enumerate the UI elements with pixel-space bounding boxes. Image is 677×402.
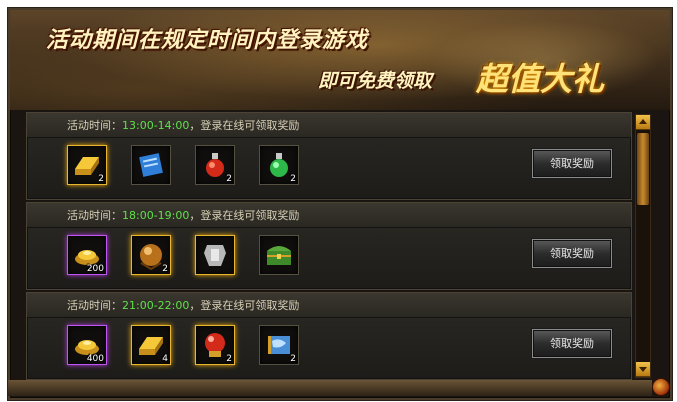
reward-item-slot[interactable]: 2	[259, 325, 299, 365]
row-header: 活动时间：21:00-22:00，登录在线可领取奖励	[27, 293, 631, 318]
time-range: 13:00-14:00	[122, 119, 190, 132]
reward-row-1: 活动时间：13:00-14:00，登录在线可领取奖励 2 2 2 领取奖励	[26, 112, 632, 200]
reward-item-slot[interactable]	[259, 235, 299, 275]
banner-title: 活动期间在规定时间内登录游戏	[46, 27, 369, 53]
scrollbar[interactable]	[635, 114, 651, 378]
item-count: 2	[226, 174, 232, 184]
row-suffix: ，登录在线可领取奖励	[189, 119, 300, 132]
treasure-chest-icon	[267, 246, 291, 265]
reward-row-2: 活动时间：18:00-19:00，登录在线可领取奖励 200 2 领取奖励	[26, 202, 632, 290]
reward-row-3: 活动时间：21:00-22:00，登录在线可领取奖励 400 4 2 2 领取奖…	[26, 292, 632, 380]
banner-highlight: 超值大礼	[476, 60, 605, 98]
item-count: 200	[86, 264, 104, 274]
item-count: 4	[162, 354, 168, 364]
item-count: 2	[290, 354, 296, 364]
row-description: 活动时间：21:00-22:00，登录在线可领取奖励	[67, 297, 299, 313]
corner-ornament-icon	[652, 378, 670, 396]
silver-armor-icon	[204, 245, 226, 266]
reward-item-slot[interactable]: 2	[195, 145, 235, 185]
time-label: 活动时间：	[67, 209, 122, 222]
reward-item-slot[interactable]: 400	[67, 325, 107, 365]
row-header: 活动时间：18:00-19:00，登录在线可领取奖励	[27, 203, 631, 228]
item-count: 400	[86, 354, 104, 364]
claim-reward-button[interactable]: 领取奖励	[532, 149, 612, 178]
time-label: 活动时间：	[67, 299, 122, 312]
item-count: 2	[98, 174, 104, 184]
row-suffix: ，登录在线可领取奖励	[189, 209, 300, 222]
item-count: 2	[226, 354, 232, 364]
reward-item-slot[interactable]: 2	[67, 145, 107, 185]
reward-item-slot[interactable]: 2	[195, 325, 235, 365]
reward-item-slot[interactable]: 2	[131, 235, 171, 275]
reward-item-slot[interactable]	[195, 235, 235, 275]
scroll-up-icon[interactable]	[636, 115, 650, 130]
row-suffix: ，登录在线可领取奖励	[189, 299, 300, 312]
bottom-border	[8, 380, 652, 396]
scroll-down-icon[interactable]	[636, 362, 650, 377]
claim-reward-button[interactable]: 领取奖励	[532, 329, 612, 358]
reward-window: 活动期间在规定时间内登录游戏 即可免费领取 超值大礼 活动时间：13:00-14…	[8, 8, 672, 400]
scroll-thumb[interactable]	[637, 133, 649, 205]
reward-list: 活动时间：13:00-14:00，登录在线可领取奖励 2 2 2 领取奖励 活动…	[26, 112, 632, 380]
time-range: 21:00-22:00	[122, 299, 190, 312]
blue-scroll-icon	[139, 153, 163, 177]
time-range: 18:00-19:00	[122, 209, 190, 222]
reward-item-slot[interactable]	[131, 145, 171, 185]
reward-item-slot[interactable]: 2	[259, 145, 299, 185]
banner-subtitle: 即可免费领取	[318, 70, 433, 92]
row-description: 活动时间：13:00-14:00，登录在线可领取奖励	[67, 117, 299, 133]
row-header: 活动时间：13:00-14:00，登录在线可领取奖励	[27, 113, 631, 138]
time-label: 活动时间：	[67, 119, 122, 132]
event-banner: 活动期间在规定时间内登录游戏 即可免费领取 超值大礼	[10, 10, 670, 110]
row-description: 活动时间：18:00-19:00，登录在线可领取奖励	[67, 207, 299, 223]
reward-item-slot[interactable]: 200	[67, 235, 107, 275]
reward-item-slot[interactable]: 4	[131, 325, 171, 365]
claim-reward-button[interactable]: 领取奖励	[532, 239, 612, 268]
item-count: 2	[162, 264, 168, 274]
item-count: 2	[290, 174, 296, 184]
